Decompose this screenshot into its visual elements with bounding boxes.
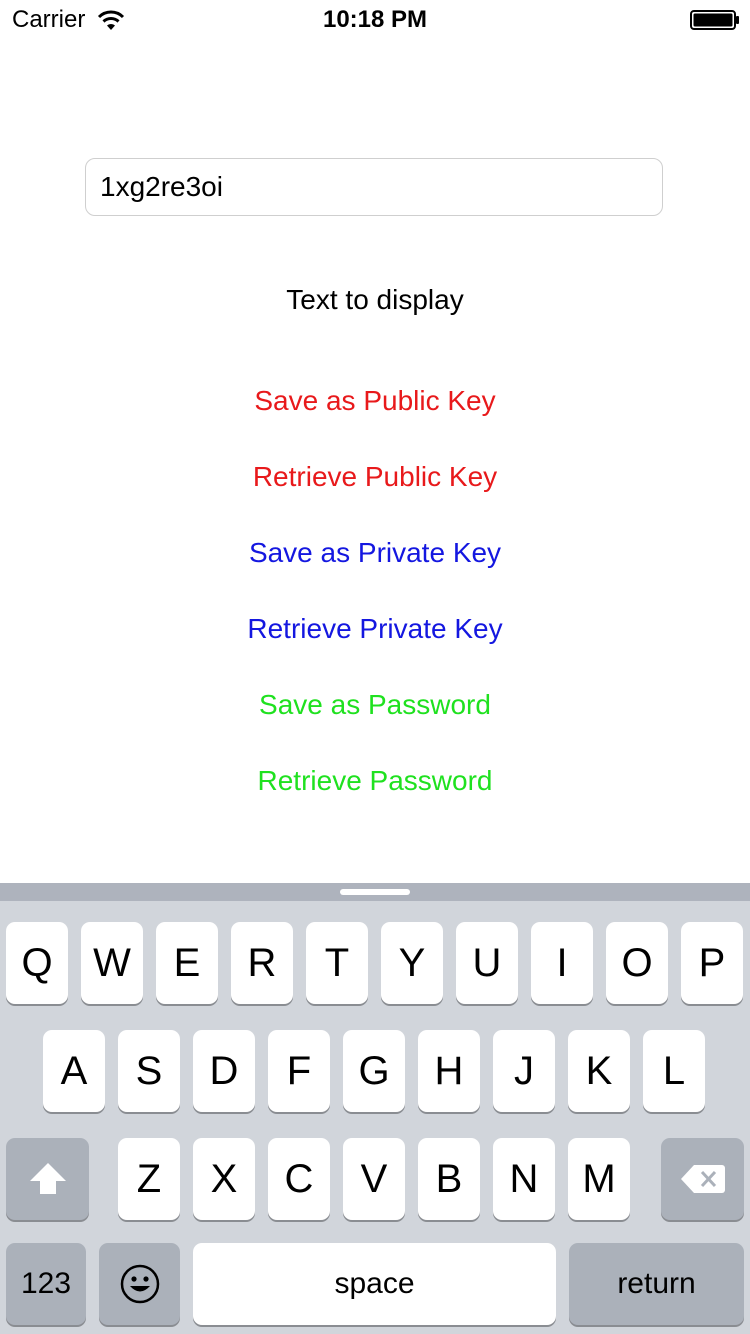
save-public-key-button[interactable]: Save as Public Key [0, 383, 750, 419]
keyboard-handle[interactable] [340, 889, 410, 895]
battery-icon [690, 10, 739, 30]
key-w[interactable]: W [81, 922, 143, 1004]
key-a[interactable]: A [43, 1030, 105, 1112]
key-p[interactable]: P [681, 922, 743, 1004]
key-t[interactable]: T [306, 922, 368, 1004]
retrieve-private-key-button[interactable]: Retrieve Private Key [0, 611, 750, 647]
key-b[interactable]: B [418, 1138, 480, 1220]
key-o[interactable]: O [606, 922, 668, 1004]
emoji-key[interactable] [99, 1243, 180, 1325]
keyboard: Q W E R T Y U I O P A S D F G H J K L Z … [0, 883, 750, 1334]
key-n[interactable]: N [493, 1138, 555, 1220]
display-label: Text to display [286, 284, 464, 315]
key-h[interactable]: H [418, 1030, 480, 1112]
save-private-key-button[interactable]: Save as Private Key [0, 535, 750, 571]
numbers-key[interactable]: 123 [6, 1243, 86, 1325]
key-d[interactable]: D [193, 1030, 255, 1112]
space-key[interactable]: space [193, 1243, 556, 1325]
status-bar: Carrier 10:18 PM [0, 0, 750, 40]
key-u[interactable]: U [456, 922, 518, 1004]
key-q[interactable]: Q [6, 922, 68, 1004]
save-password-button[interactable]: Save as Password [0, 687, 750, 723]
key-m[interactable]: M [568, 1138, 630, 1220]
emoji-icon [120, 1264, 159, 1304]
retrieve-password-button[interactable]: Retrieve Password [0, 763, 750, 799]
text-field-value: 1xg2re3oi [100, 171, 223, 202]
key-i[interactable]: I [531, 922, 593, 1004]
key-s[interactable]: S [118, 1030, 180, 1112]
key-r[interactable]: R [231, 922, 293, 1004]
return-key[interactable]: return [569, 1243, 744, 1325]
key-c[interactable]: C [268, 1138, 330, 1220]
key-g[interactable]: G [343, 1030, 405, 1112]
key-v[interactable]: V [343, 1138, 405, 1220]
key-f[interactable]: F [268, 1030, 330, 1112]
key-y[interactable]: Y [381, 922, 443, 1004]
key-z[interactable]: Z [118, 1138, 180, 1220]
keyboard-top-bar [0, 883, 750, 901]
retrieve-public-key-button[interactable]: Retrieve Public Key [0, 459, 750, 495]
key-k[interactable]: K [568, 1030, 630, 1112]
shift-key[interactable] [6, 1138, 89, 1220]
backspace-key[interactable] [661, 1138, 744, 1220]
status-time: 10:18 PM [322, 6, 428, 33]
shift-icon [29, 1163, 66, 1194]
key-l[interactable]: L [643, 1030, 705, 1112]
backspace-icon [680, 1165, 725, 1193]
key-text-field[interactable]: 1xg2re3oi [85, 158, 663, 216]
key-e[interactable]: E [156, 922, 218, 1004]
key-j[interactable]: J [493, 1030, 555, 1112]
key-x[interactable]: X [193, 1138, 255, 1220]
